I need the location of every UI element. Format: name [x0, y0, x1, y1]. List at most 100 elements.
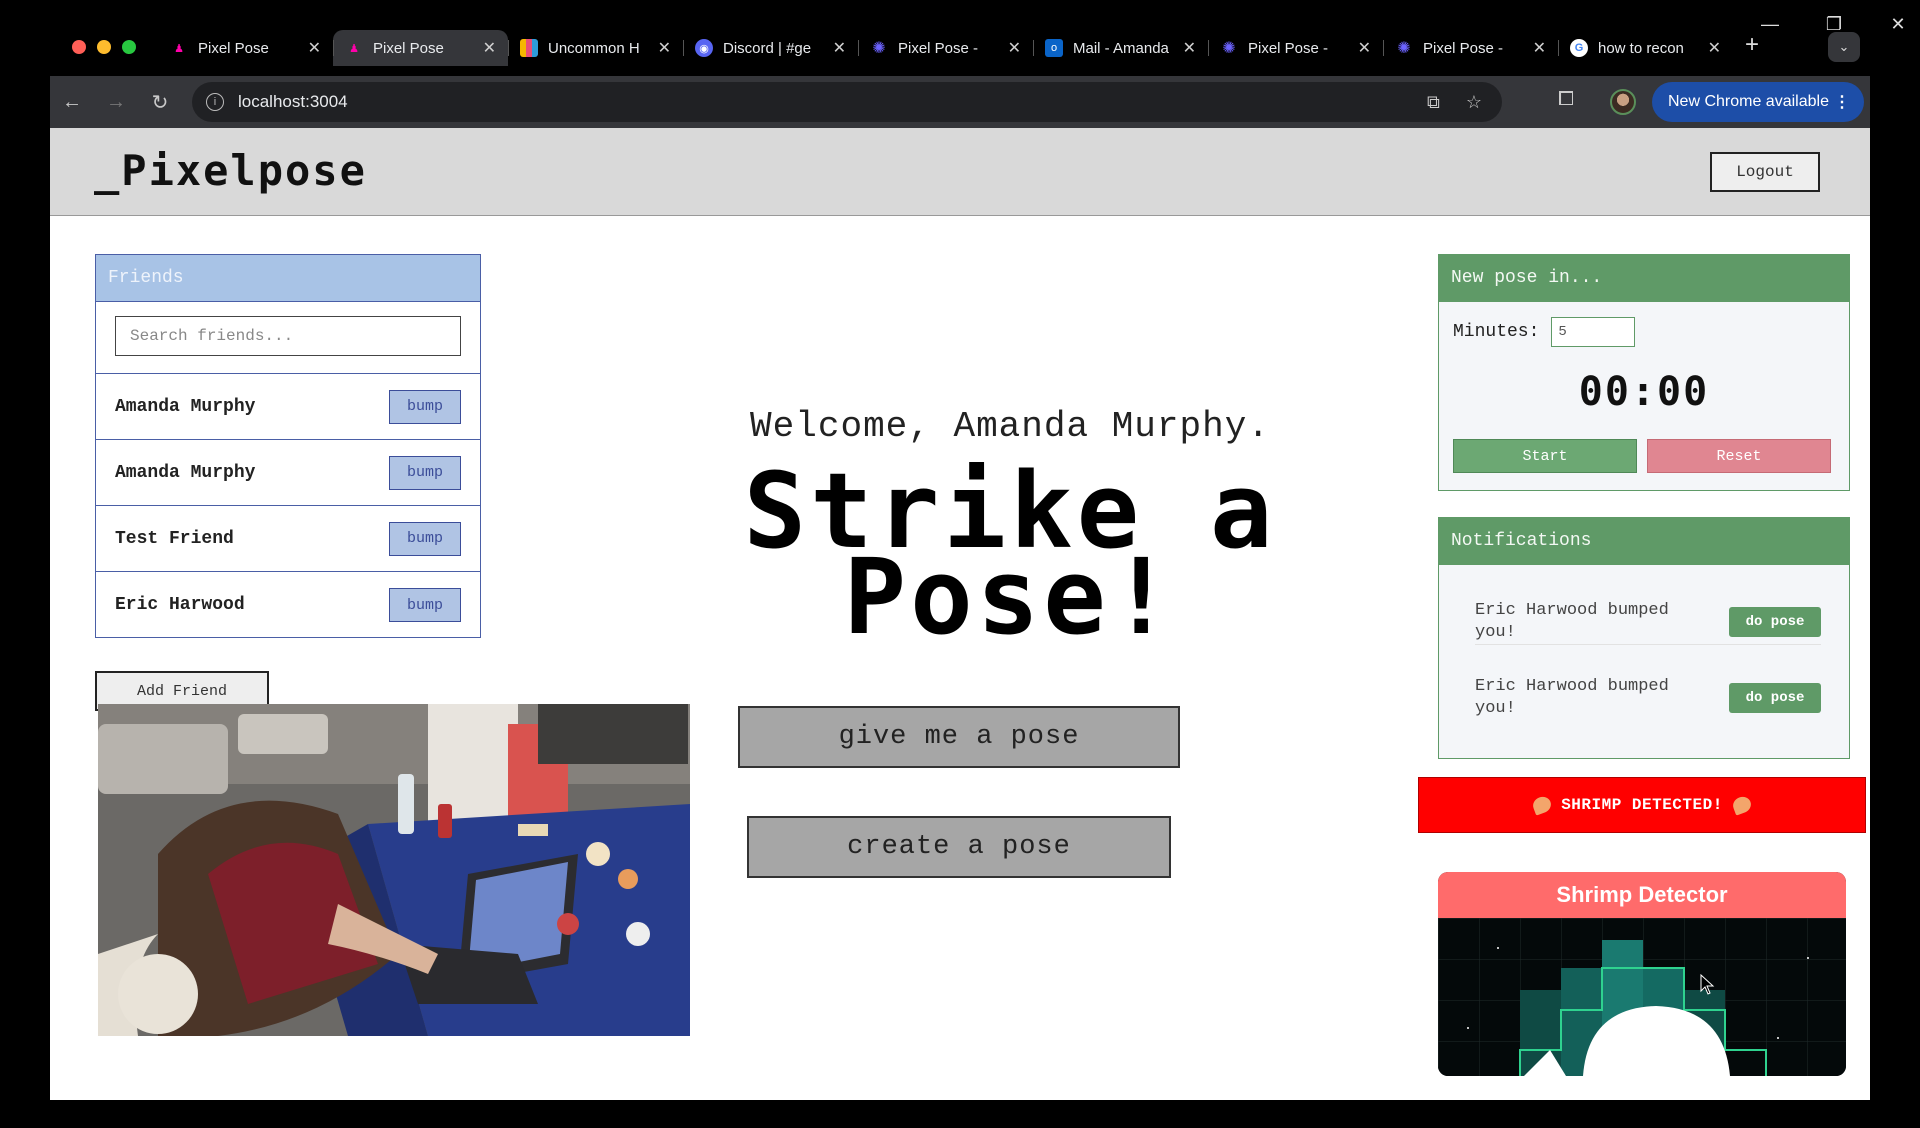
friend-name: Eric Harwood [115, 595, 245, 615]
forward-arrow-icon[interactable]: → [94, 91, 138, 114]
hero-heading: Strike a Pose! [570, 459, 1450, 649]
mouse-cursor-icon [1700, 974, 1715, 995]
browser-tab[interactable]: o Mail - Amanda ✕ [1033, 30, 1208, 66]
extensions-puzzle-icon[interactable]: ⧠ [1558, 88, 1574, 111]
minimize-icon[interactable]: — [1760, 14, 1780, 35]
gear-flower-icon: ✺ [1222, 40, 1236, 57]
bump-button[interactable]: bump [389, 389, 461, 424]
friends-search-wrap [96, 302, 480, 374]
chrome-update-button[interactable]: New Chrome available ⋮ [1652, 82, 1864, 122]
friend-row: Eric Harwood bump [96, 572, 480, 638]
shrimp-detected-banner: SHRIMP DETECTED! [1418, 777, 1866, 833]
bump-button[interactable]: bump [389, 521, 461, 556]
install-app-icon[interactable]: ⧉ [1427, 92, 1440, 113]
site-header: _Pixelpose Logout [50, 128, 1870, 216]
friends-panel: Friends Amanda Murphy bump Amanda Murphy… [95, 254, 481, 638]
bump-button[interactable]: bump [389, 588, 461, 622]
close-icon[interactable]: ✕ [1708, 38, 1721, 58]
friend-row: Amanda Murphy bump [96, 440, 480, 506]
close-icon[interactable]: ✕ [308, 38, 321, 58]
tab-search-button[interactable]: ⌄ [1828, 32, 1860, 62]
browser-tab[interactable]: ✺ Pixel Pose - ✕ [1208, 30, 1383, 66]
restore-icon[interactable]: ❐ [1824, 14, 1844, 35]
browser-tab[interactable]: Uncommon H ✕ [508, 30, 683, 66]
tab-title: Pixel Pose [373, 39, 444, 57]
friend-row: Test Friend bump [96, 506, 480, 572]
friend-row: Amanda Murphy bump [96, 374, 480, 440]
browser-tab-active[interactable]: ♟ Pixel Pose ✕ [333, 30, 508, 66]
minutes-label: Minutes: [1453, 322, 1540, 342]
new-tab-button[interactable]: + [1745, 31, 1759, 66]
do-pose-button[interactable]: do pose [1729, 607, 1821, 637]
close-icon[interactable]: ✕ [1888, 14, 1908, 35]
bump-button[interactable]: bump [389, 455, 461, 490]
web-page: _Pixelpose Logout Friends Amanda Murphy … [50, 128, 1870, 1100]
browser-tab[interactable]: ✺ Pixel Pose - ✕ [858, 30, 1033, 66]
timer-display: 00:00 [1578, 369, 1710, 415]
shrimp-detector-widget: Shrimp Detector [1438, 872, 1846, 1076]
logout-button[interactable]: Logout [1710, 152, 1820, 192]
more-menu-icon[interactable]: ⋮ [1834, 92, 1850, 112]
close-icon[interactable]: ✕ [1358, 38, 1371, 58]
create-a-pose-button[interactable]: create a pose [747, 816, 1171, 878]
tab-title: Pixel Pose [198, 39, 269, 57]
give-me-a-pose-button[interactable]: give me a pose [738, 706, 1180, 768]
gear-flower-icon: ✺ [872, 40, 886, 57]
minutes-row: Minutes: [1453, 317, 1636, 347]
browser-tab[interactable]: G how to recon ✕ [1558, 30, 1733, 66]
do-pose-button[interactable]: do pose [1729, 683, 1821, 713]
reload-icon[interactable]: ↻ [138, 90, 182, 115]
minimize-window-button[interactable] [97, 40, 111, 54]
close-icon[interactable]: ✕ [1008, 38, 1021, 58]
start-button[interactable]: Start [1453, 439, 1637, 473]
browser-window: ♟ Pixel Pose ✕ ♟ Pixel Pose ✕ Uncommon H… [50, 0, 1906, 1100]
browser-tab[interactable]: ◉ Discord | #ge ✕ [683, 30, 858, 66]
tab-title: Mail - Amanda [1073, 39, 1169, 57]
tab-title: Discord | #ge [723, 39, 812, 57]
minutes-input[interactable] [1551, 317, 1636, 347]
close-icon[interactable]: ✕ [483, 38, 496, 58]
shrimp-detector-canvas [1438, 918, 1846, 1076]
address-bar-actions: ⧉ ☆ [1427, 92, 1482, 113]
bookmark-star-icon[interactable]: ☆ [1466, 92, 1482, 113]
close-icon[interactable]: ✕ [833, 38, 846, 58]
uncommon-icon [520, 39, 538, 57]
back-arrow-icon[interactable]: ← [50, 91, 94, 114]
tab-strip: ♟ Pixel Pose ✕ ♟ Pixel Pose ✕ Uncommon H… [50, 0, 1870, 76]
discord-icon: ◉ [695, 39, 713, 57]
notification-item: Eric Harwood bumped you! do pose [1475, 676, 1821, 720]
close-window-button[interactable] [72, 40, 86, 54]
friend-name: Amanda Murphy [115, 462, 256, 483]
friend-name: Test Friend [115, 528, 234, 549]
notifications-title: Notifications [1439, 518, 1849, 565]
url-text: localhost:3004 [238, 92, 348, 111]
reset-button[interactable]: Reset [1647, 439, 1831, 473]
browser-tab[interactable]: ♟ Pixel Pose ✕ [158, 30, 333, 66]
search-friends-input[interactable] [115, 316, 461, 356]
site-info-icon[interactable]: i [206, 93, 224, 111]
photo-scene [98, 704, 690, 1036]
notification-divider [1475, 644, 1821, 645]
browser-tab[interactable]: ✺ Pixel Pose - ✕ [1383, 30, 1558, 66]
browser-toolbar: ← → ↻ i localhost:3004 ⧉ ☆ ⧠ New Chrome … [50, 76, 1870, 128]
google-icon: G [1570, 39, 1588, 57]
timer-title: New pose in... [1439, 255, 1849, 302]
close-icon[interactable]: ✕ [1533, 38, 1546, 58]
friend-name: Amanda Murphy [115, 396, 256, 417]
address-bar[interactable]: i localhost:3004 ⧉ ☆ [192, 82, 1502, 122]
close-icon[interactable]: ✕ [658, 38, 671, 58]
update-label: New Chrome available [1668, 93, 1829, 110]
shrimp-banner-text: SHRIMP DETECTED! [1561, 796, 1723, 814]
site-logo[interactable]: _Pixelpose [94, 146, 367, 195]
outlook-icon: o [1045, 39, 1063, 57]
tab-list: ♟ Pixel Pose ✕ ♟ Pixel Pose ✕ Uncommon H… [158, 30, 1759, 66]
tab-title: Pixel Pose - [1248, 39, 1329, 57]
shrimp-icon [1530, 794, 1554, 816]
close-icon[interactable]: ✕ [1183, 38, 1196, 58]
notification-text: Eric Harwood bumped you! [1475, 677, 1669, 718]
profile-avatar[interactable] [1610, 89, 1636, 115]
maximize-window-button[interactable] [122, 40, 136, 54]
window-controls: — ❐ ✕ [1760, 14, 1908, 35]
shrimp-detector-title: Shrimp Detector [1438, 872, 1846, 918]
notification-text: Eric Harwood bumped you! [1475, 601, 1669, 642]
